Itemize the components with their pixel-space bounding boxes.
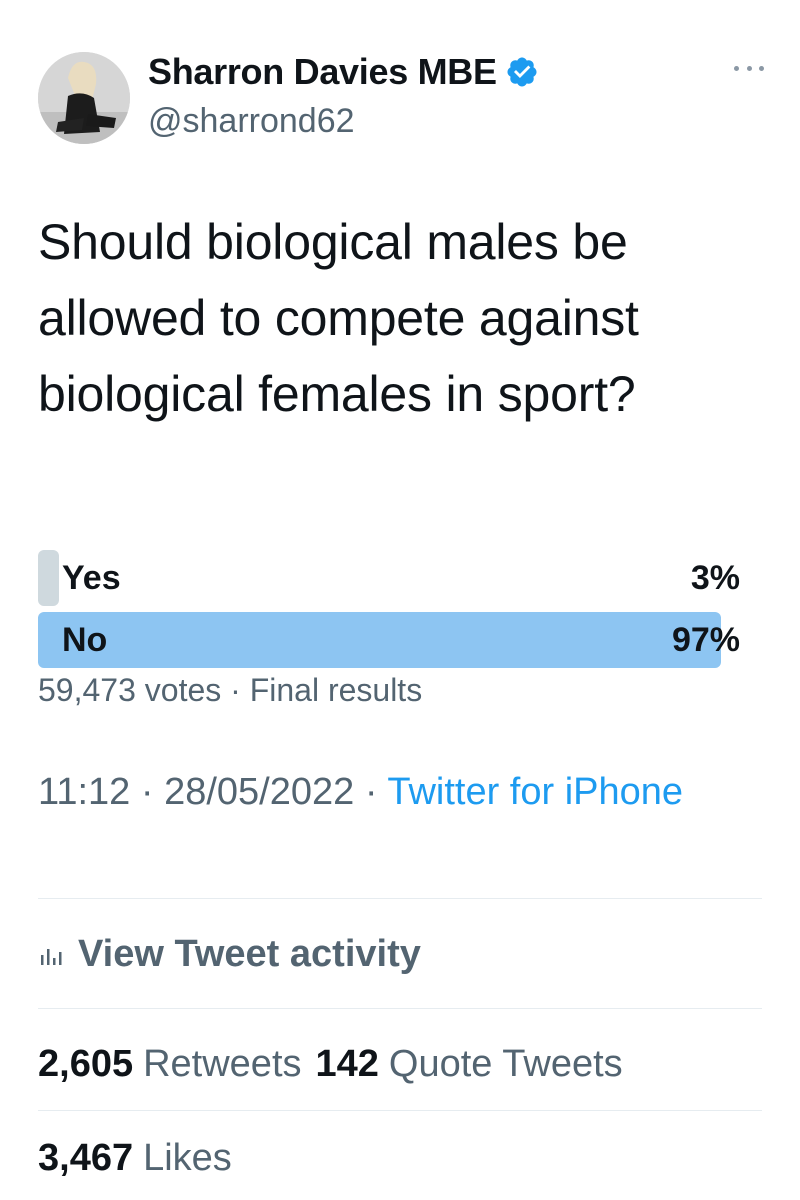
- avatar-photo: [38, 52, 130, 144]
- poll-status: Final results: [249, 672, 423, 708]
- poll-label-yes: Yes: [62, 559, 121, 597]
- tweet-date[interactable]: 28/05/2022: [164, 771, 354, 813]
- tweet-source-link[interactable]: Twitter for iPhone: [387, 771, 683, 813]
- poll-label-no: No: [62, 621, 108, 659]
- poll-percent-no: 97%: [671, 621, 740, 659]
- poll-percent-yes: 3%: [690, 559, 740, 597]
- poll-separator: ·: [230, 672, 241, 708]
- more-dot: [734, 65, 739, 71]
- avatar[interactable]: [38, 52, 130, 144]
- retweets-label: Retweets: [143, 1042, 302, 1085]
- quote-tweets-count: 142: [315, 1042, 379, 1085]
- tweet-timestamp: 11:12 · 28/05/2022 · Twitter for iPhone: [38, 766, 758, 818]
- author-name-row[interactable]: Sharron Davies MBE: [148, 50, 539, 94]
- meta-separator: ·: [364, 771, 378, 813]
- quote-tweets-link[interactable]: 142 Quote Tweets: [316, 1043, 623, 1086]
- poll-option-no: No 97%: [38, 612, 742, 668]
- view-tweet-activity-button[interactable]: View Tweet activity: [38, 926, 421, 982]
- tweet-text: Should biological males be allowed to co…: [38, 214, 639, 422]
- retweets-count: 2,605: [38, 1042, 134, 1085]
- likes-link[interactable]: 3,467 Likes: [38, 1137, 232, 1180]
- more-options-icon[interactable]: [734, 58, 764, 78]
- verified-badge-icon: [507, 57, 537, 87]
- retweets-link[interactable]: 2,605 Retweets: [38, 1043, 302, 1086]
- tweet-detail: Sharron Davies MBE @sharrond62 Should bi…: [0, 0, 800, 1200]
- likes-label: Likes: [143, 1136, 232, 1179]
- more-dot: [746, 65, 752, 71]
- poll-option-yes: Yes 3%: [38, 550, 742, 606]
- retweet-stats-row: 2,605 Retweets 142 Quote Tweets: [38, 1036, 623, 1092]
- bar-chart-icon: [41, 949, 62, 965]
- poll-votes: 59,473 votes: [38, 672, 222, 708]
- divider: [38, 1008, 762, 1009]
- view-tweet-activity-label: View Tweet activity: [78, 932, 421, 975]
- poll-summary: 59,473 votes · Final results: [38, 672, 422, 709]
- likes-count: 3,467: [38, 1136, 134, 1179]
- quote-tweets-label: Quote Tweets: [388, 1042, 623, 1085]
- divider: [38, 898, 762, 899]
- poll-bar-no: [38, 612, 721, 668]
- more-dot: [759, 65, 764, 71]
- tweet-time[interactable]: 11:12: [38, 771, 130, 813]
- poll-bar-yes: [38, 550, 60, 606]
- author-handle[interactable]: @sharrond62: [148, 102, 355, 141]
- divider: [38, 1110, 762, 1111]
- likes-stats-row: 3,467 Likes: [38, 1130, 232, 1186]
- display-name[interactable]: Sharron Davies MBE: [148, 51, 497, 93]
- meta-separator: ·: [140, 771, 154, 813]
